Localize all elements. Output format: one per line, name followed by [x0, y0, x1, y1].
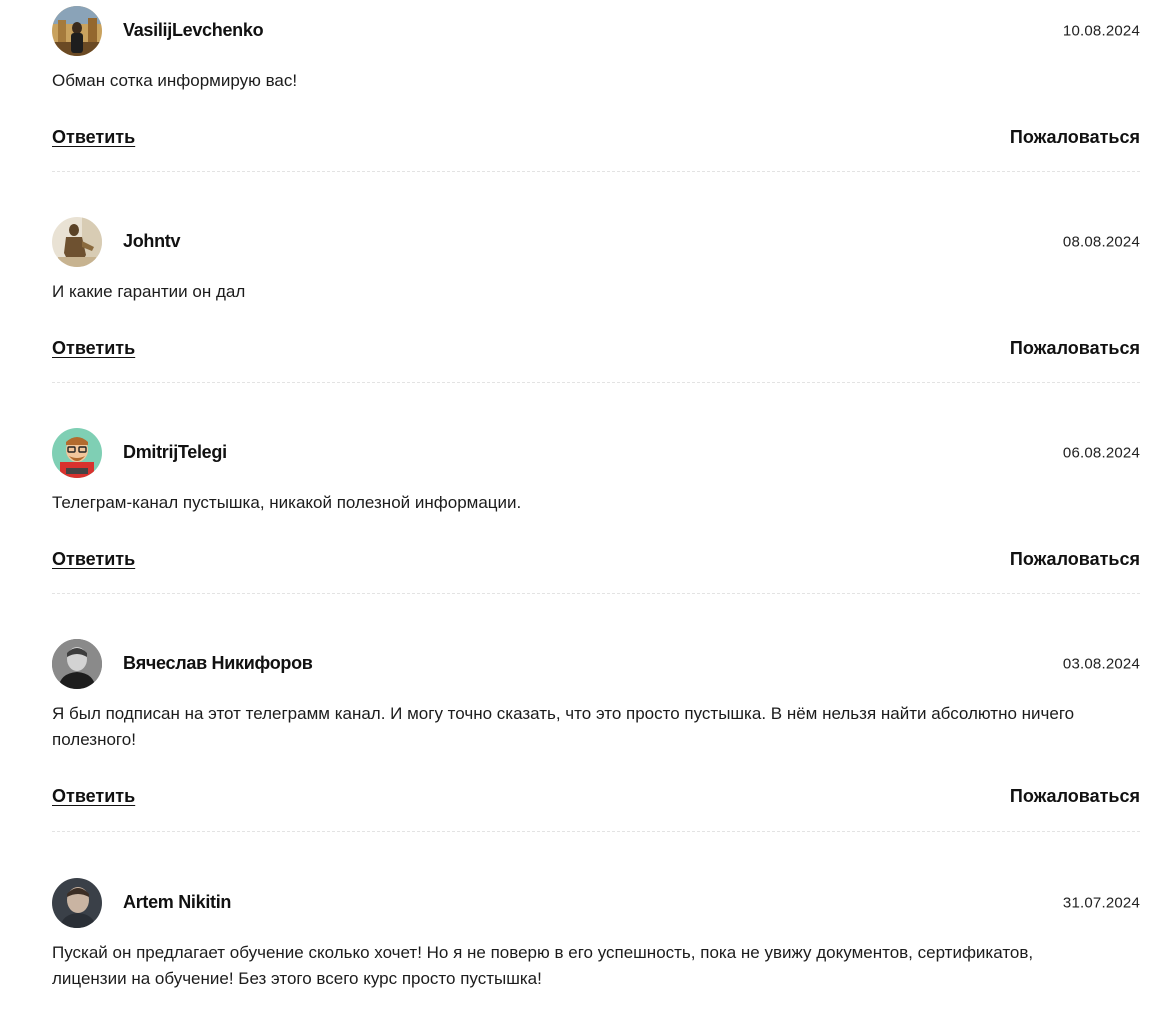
comment-date: 10.08.2024 — [1062, 22, 1140, 39]
report-link[interactable]: Пожаловаться — [1010, 127, 1140, 148]
comment-text: Пускай он предлагает обучение сколько хо… — [52, 943, 1034, 988]
comment-author: Artem Nikitin — [123, 892, 232, 912]
comment-text: И какие гарантии он дал — [52, 282, 246, 301]
comment-text: Я был подписан на этот телеграмм канал. … — [52, 704, 1075, 749]
user-photo-avatar-icon[interactable] — [52, 638, 102, 689]
comment-author: Johntv — [123, 231, 181, 251]
comment-item: Вячеслав Никифоров 03.08.2024 Я был подп… — [52, 594, 1140, 832]
comments-list: VasilijLevchenko 10.08.2024 Обман сотка … — [0, 0, 1163, 1011]
comment-header: Вячеслав Никифоров 03.08.2024 — [52, 638, 1140, 689]
comment-actions: Ответить Пожаловаться — [52, 127, 1140, 153]
comment-item: Artem Nikitin 31.07.2024 Пускай он предл… — [52, 832, 1140, 1011]
comment-header: VasilijLevchenko 10.08.2024 — [52, 5, 1140, 56]
comment-header: DmitrijTelegi 06.08.2024 — [52, 427, 1140, 478]
comment-item: DmitrijTelegi 06.08.2024 Телеграм-канал … — [52, 383, 1140, 594]
comment-date: 31.07.2024 — [1062, 894, 1140, 911]
user-photo-avatar-icon[interactable] — [52, 877, 102, 928]
reply-link[interactable]: Ответить — [52, 338, 135, 359]
comment-date: 03.08.2024 — [1062, 655, 1140, 672]
report-link[interactable]: Пожаловаться — [1010, 338, 1140, 359]
comment-text: Телеграм-канал пустышка, никакой полезно… — [52, 493, 522, 512]
report-link[interactable]: Пожаловаться — [1010, 549, 1140, 570]
user-photo-avatar-icon[interactable] — [52, 216, 102, 267]
cartoon-avatar-icon[interactable] — [52, 427, 102, 478]
reply-link[interactable]: Ответить — [52, 786, 135, 807]
reply-link[interactable]: Ответить — [52, 127, 135, 148]
comment-date: 08.08.2024 — [1062, 233, 1140, 250]
comment-actions: Ответить Пожаловаться — [52, 338, 1140, 364]
comment-author: VasilijLevchenko — [123, 20, 264, 40]
comment-item: Johntv 08.08.2024 И какие гарантии он да… — [52, 172, 1140, 383]
comment-actions: Ответить Пожаловаться — [52, 786, 1140, 812]
comment-date: 06.08.2024 — [1062, 444, 1140, 461]
comment-author: Вячеслав Никифоров — [123, 653, 313, 673]
comment-header: Artem Nikitin 31.07.2024 — [52, 877, 1140, 928]
user-photo-avatar-icon[interactable] — [52, 5, 102, 56]
comment-author: DmitrijTelegi — [123, 442, 227, 462]
comment-header: Johntv 08.08.2024 — [52, 216, 1140, 267]
comment-item: VasilijLevchenko 10.08.2024 Обман сотка … — [52, 0, 1140, 172]
reply-link[interactable]: Ответить — [52, 549, 135, 570]
report-link[interactable]: Пожаловаться — [1010, 786, 1140, 807]
comment-text: Обман сотка информирую вас! — [52, 71, 298, 90]
comment-actions: Ответить Пожаловаться — [52, 549, 1140, 575]
